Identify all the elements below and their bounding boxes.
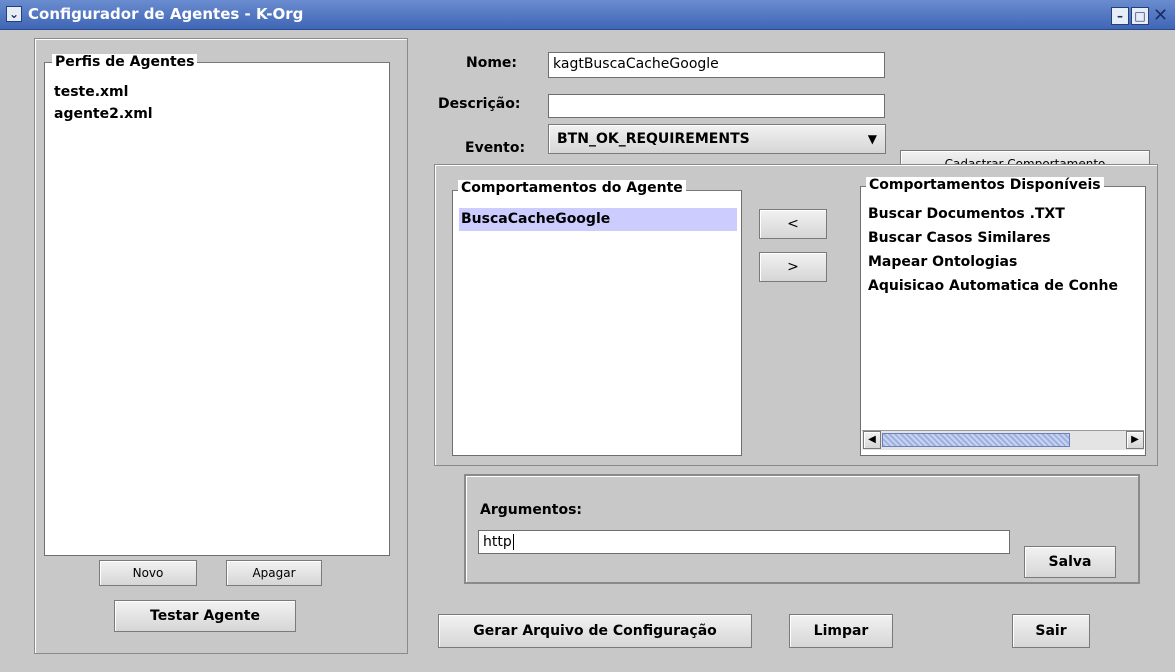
new-button[interactable]: Novo xyxy=(99,560,197,586)
clear-button[interactable]: Limpar xyxy=(789,614,893,648)
title-bar: ⌄ Configurador de Agentes - K-Org – □ ✕ xyxy=(0,0,1175,30)
window-title: Configurador de Agentes - K-Org xyxy=(28,5,304,23)
move-right-button[interactable]: > xyxy=(759,252,827,282)
agent-behaviors-legend: Comportamentos do Agente xyxy=(458,180,686,196)
event-select[interactable]: BTN_OK_REQUIREMENTS ▼ xyxy=(548,124,886,154)
event-label: Evento: xyxy=(465,140,526,156)
minimize-icon[interactable]: – xyxy=(1111,7,1129,25)
arguments-value: http xyxy=(483,534,512,550)
name-input[interactable]: kagtBuscaCacheGoogle xyxy=(548,52,885,78)
profile-item[interactable]: agente2.xml xyxy=(54,106,153,122)
scrollbar-thumb[interactable] xyxy=(882,433,1070,447)
agent-behavior-item-selected[interactable]: BuscaCacheGoogle xyxy=(459,208,737,231)
available-behavior-item[interactable]: Aquisicao Automatica de Conhe xyxy=(868,278,1144,294)
exit-button[interactable]: Sair xyxy=(1012,614,1090,648)
test-agent-button[interactable]: Testar Agente xyxy=(114,600,296,632)
move-left-button[interactable]: < xyxy=(759,209,827,239)
arguments-input[interactable]: http xyxy=(478,530,1010,554)
window-menu-icon[interactable]: ⌄ xyxy=(6,6,22,22)
chevron-down-icon: ▼ xyxy=(867,132,877,146)
generate-config-button[interactable]: Gerar Arquivo de Configuração xyxy=(438,614,752,648)
arguments-label: Argumentos: xyxy=(480,502,583,518)
profiles-list[interactable] xyxy=(44,62,390,556)
available-behavior-item[interactable]: Mapear Ontologias xyxy=(868,254,1144,270)
available-behavior-item[interactable]: Buscar Casos Similares xyxy=(868,230,1144,246)
name-label: Nome: xyxy=(466,55,518,71)
description-label: Descrição: xyxy=(438,96,521,112)
delete-button[interactable]: Apagar xyxy=(226,560,322,586)
close-icon[interactable]: ✕ xyxy=(1153,5,1168,26)
maximize-icon[interactable]: □ xyxy=(1131,7,1149,25)
scroll-right-icon[interactable]: ▶ xyxy=(1126,431,1144,449)
scroll-left-icon[interactable]: ◀ xyxy=(863,431,881,449)
save-button[interactable]: Salva xyxy=(1024,546,1116,578)
event-select-value: BTN_OK_REQUIREMENTS xyxy=(557,131,750,147)
profiles-legend: Perfis de Agentes xyxy=(52,54,198,70)
available-behavior-item[interactable]: Buscar Documentos .TXT xyxy=(868,206,1144,222)
description-input[interactable] xyxy=(548,94,885,118)
available-behaviors-list[interactable] xyxy=(860,186,1146,456)
profile-item[interactable]: teste.xml xyxy=(54,84,128,100)
available-behaviors-legend: Comportamentos Disponíveis xyxy=(866,177,1104,193)
